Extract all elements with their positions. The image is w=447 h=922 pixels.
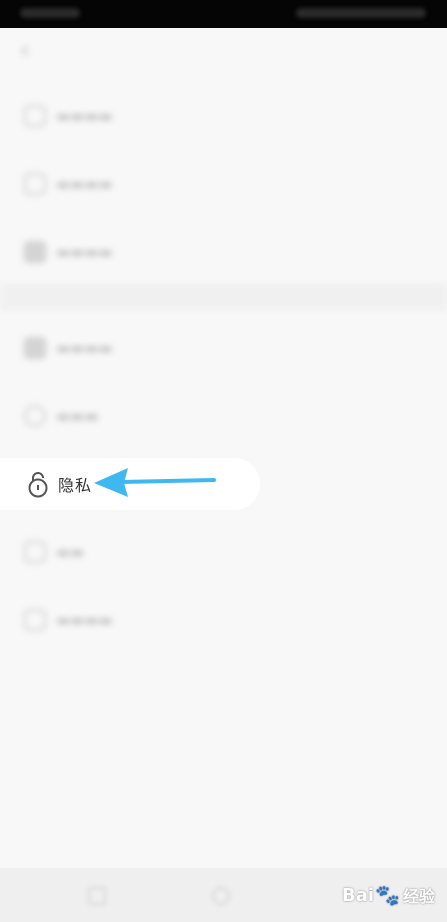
menu-item-icon <box>24 541 46 563</box>
menu-item-blurred-7[interactable]: ▬▬▬▬ <box>0 594 140 646</box>
menu-item-text-blur: ▬▬▬▬ <box>56 339 113 357</box>
menu-item-icon <box>24 173 46 195</box>
lock-icon <box>28 472 48 498</box>
nav-menu-button[interactable] <box>88 887 106 905</box>
settings-content: ▬▬▬▬ ▬▬▬▬ ▬▬▬▬ ▬▬▬▬ ▬▬▬ ▬▬ ▬▬▬▬ 隐私 <box>0 28 447 868</box>
menu-item-blurred-1[interactable]: ▬▬▬▬ <box>0 90 140 142</box>
menu-item-text-blur: ▬▬ <box>56 543 85 561</box>
blurred-settings-list: ▬▬▬▬ ▬▬▬▬ ▬▬▬▬ ▬▬▬▬ ▬▬▬ ▬▬ ▬▬▬▬ <box>0 28 447 868</box>
paw-icon: 🐾 <box>375 883 400 907</box>
menu-item-blurred-5[interactable]: ▬▬▬ <box>0 390 140 442</box>
menu-item-icon <box>24 405 46 427</box>
baidu-jingyan-watermark: Bai 🐾 经验 <box>342 868 435 922</box>
watermark-brand: Bai <box>342 884 375 906</box>
menu-item-text-blur: ▬▬▬ <box>56 407 99 425</box>
status-bar <box>0 0 447 28</box>
section-divider <box>0 283 447 311</box>
menu-item-blurred-6[interactable]: ▬▬ <box>0 526 140 578</box>
menu-item-blurred-3[interactable]: ▬▬▬▬ <box>0 226 140 278</box>
menu-item-blurred-2[interactable]: ▬▬▬▬ <box>0 158 140 210</box>
back-arrow-icon[interactable] <box>18 44 32 58</box>
menu-item-blurred-4[interactable]: ▬▬▬▬ <box>0 322 140 374</box>
menu-item-icon <box>24 241 46 263</box>
watermark-suffix: 经验 <box>402 887 435 906</box>
privacy-label: 隐私 <box>58 476 93 495</box>
phone-screen: ▬▬▬▬ ▬▬▬▬ ▬▬▬▬ ▬▬▬▬ ▬▬▬ ▬▬ ▬▬▬▬ 隐私 Bai 🐾… <box>0 0 447 922</box>
menu-item-icon <box>24 609 46 631</box>
status-indicators-blur <box>296 8 426 18</box>
menu-item-icon <box>24 105 46 127</box>
annotation-arrow-icon <box>94 468 216 497</box>
status-carrier-blur <box>20 8 80 18</box>
menu-item-text-blur: ▬▬▬▬ <box>56 611 113 629</box>
menu-item-text-blur: ▬▬▬▬ <box>56 243 113 261</box>
menu-item-text-blur: ▬▬▬▬ <box>56 175 113 193</box>
menu-item-text-blur: ▬▬▬▬ <box>56 107 113 125</box>
menu-item-icon <box>24 337 46 359</box>
nav-home-button[interactable] <box>212 887 230 905</box>
